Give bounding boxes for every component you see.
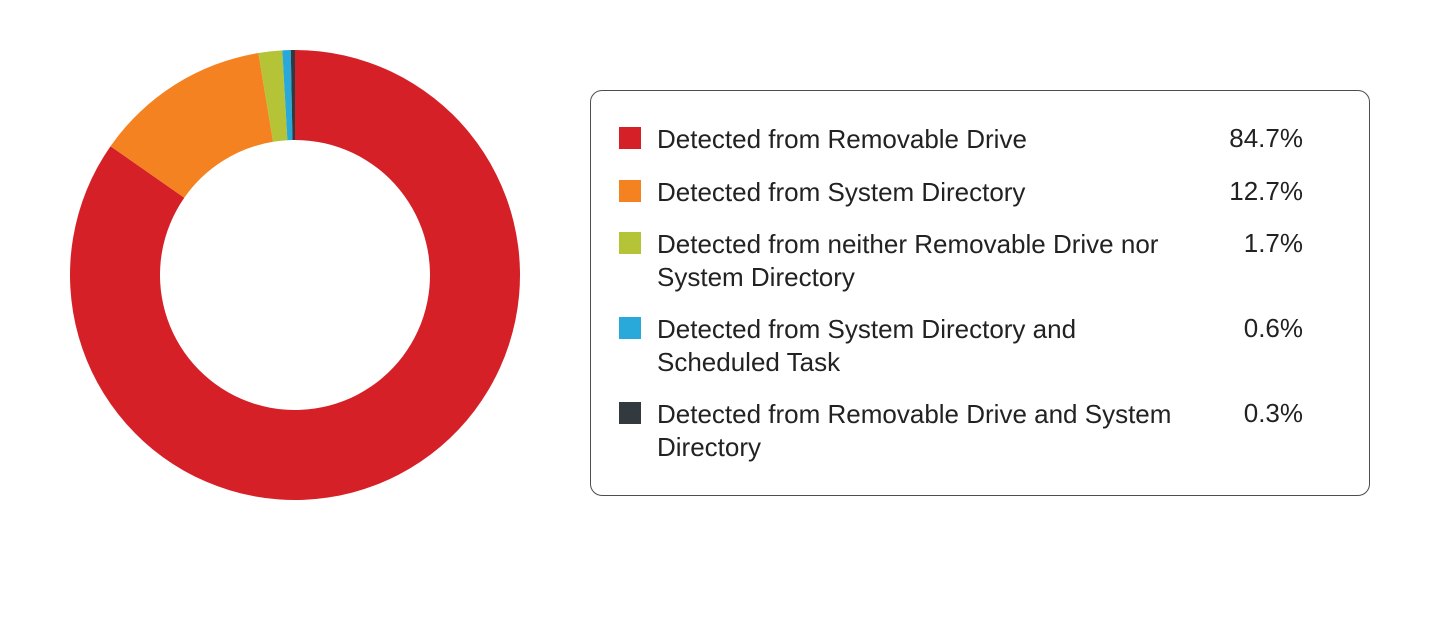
legend-swatch	[619, 180, 641, 202]
legend-value: 12.7%	[1213, 176, 1303, 207]
legend-value: 84.7%	[1213, 123, 1303, 154]
legend-label: Detected from neither Removable Drive no…	[657, 228, 1197, 293]
legend-row: Detected from System Directory and Sched…	[619, 303, 1341, 388]
donut-column	[60, 40, 530, 510]
legend-value: 0.3%	[1213, 398, 1303, 429]
legend-swatch	[619, 402, 641, 424]
legend-column: Detected from Removable Drive84.7%Detect…	[590, 40, 1374, 496]
legend-label: Detected from System Directory	[657, 176, 1197, 209]
legend-label: Detected from System Directory and Sched…	[657, 313, 1197, 378]
legend-swatch	[619, 232, 641, 254]
legend-value: 0.6%	[1213, 313, 1303, 344]
legend-box: Detected from Removable Drive84.7%Detect…	[590, 90, 1370, 496]
legend-value: 1.7%	[1213, 228, 1303, 259]
chart-container: Detected from Removable Drive84.7%Detect…	[0, 0, 1434, 550]
legend-row: Detected from neither Removable Drive no…	[619, 218, 1341, 303]
donut-svg	[60, 40, 530, 510]
legend-row: Detected from System Directory 12.7%	[619, 166, 1341, 219]
legend-label: Detected from Removable Drive and System…	[657, 398, 1197, 463]
legend-row: Detected from Removable Drive 84.7%	[619, 113, 1341, 166]
legend-swatch	[619, 127, 641, 149]
legend-row: Detected from Removable Drive and System…	[619, 388, 1341, 473]
donut-chart	[60, 40, 530, 510]
legend-swatch	[619, 317, 641, 339]
legend-label: Detected from Removable Drive	[657, 123, 1197, 156]
